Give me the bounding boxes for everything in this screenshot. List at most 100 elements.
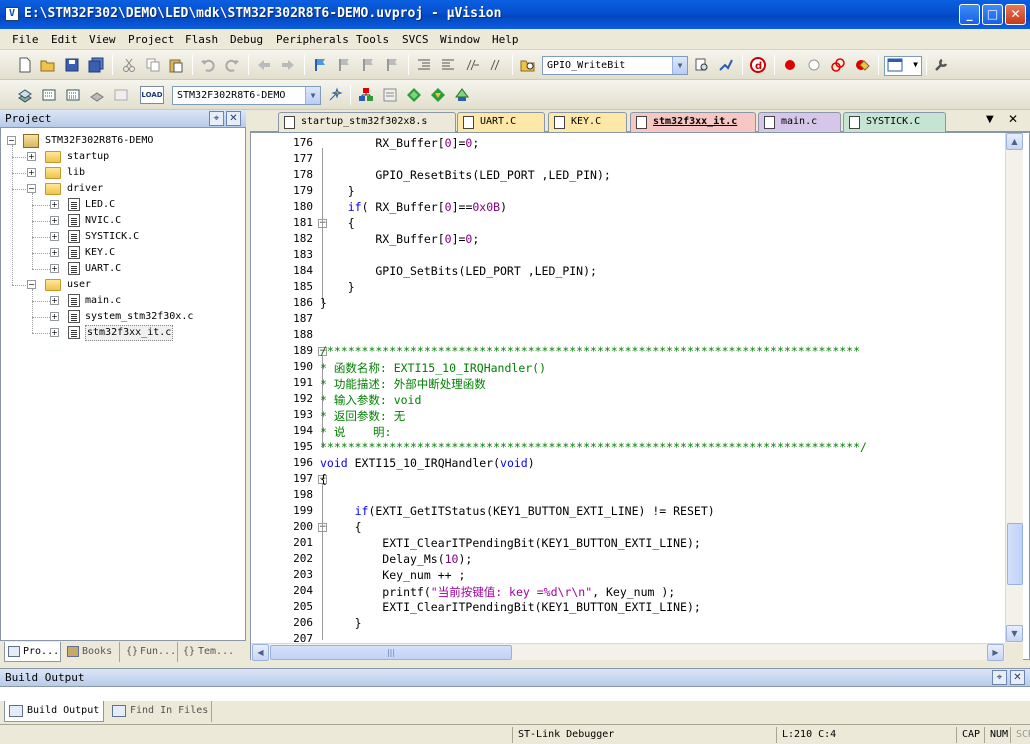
chevron-down-icon[interactable]: ▼ [672,57,687,74]
editor-tab[interactable]: startup_stm32f302x8.s [278,112,456,132]
code-line[interactable]: * 返回参数: 无 [320,408,405,424]
editor-tab[interactable]: stm32f3xx_it.c [630,112,756,132]
scroll-down-icon[interactable]: ▼ [1006,625,1023,642]
code-line[interactable]: EXTI_ClearITPendingBit(KEY1_BUTTON_EXTI_… [320,536,701,550]
translate-icon[interactable] [17,87,33,103]
tree-group-user[interactable]: user [67,277,91,293]
horizontal-scrollbar[interactable]: ◀ ||| ▶ [251,643,1005,661]
code-line[interactable]: /***************************************… [320,344,860,358]
target-options-icon[interactable] [327,87,343,103]
nav-back-icon[interactable] [256,57,272,73]
stop-build-icon[interactable] [113,87,129,103]
close-tab-icon[interactable]: ✕ [1008,112,1018,126]
scroll-right-icon[interactable]: ▶ [987,644,1004,661]
code-line[interactable]: ****************************************… [320,440,867,454]
build-icon[interactable] [41,87,57,103]
scroll-left-icon[interactable]: ◀ [252,644,269,661]
code-line[interactable]: GPIO_ResetBits(LED_PORT ,LED_PIN); [320,168,610,182]
scroll-up-icon[interactable]: ▲ [1006,133,1023,150]
menu-peripherals[interactable]: Peripherals [276,33,349,46]
menu-help[interactable]: Help [492,33,519,46]
tree-group-lib[interactable]: lib [67,165,85,181]
code-line[interactable]: { [320,472,327,486]
new-file-icon[interactable] [17,57,33,73]
collapse-toggle-icon[interactable]: − [7,136,16,145]
menu-window[interactable]: Window [440,33,480,46]
code-line[interactable]: void EXTI15_10_IRQHandler(void) [320,456,535,470]
uncomment-icon[interactable] [488,57,504,73]
build-output-text[interactable] [0,687,1030,701]
breakpoint-icon[interactable] [782,57,798,73]
tree-file-item[interactable]: NVIC.C [85,213,121,229]
vertical-scroll-thumb[interactable] [1007,523,1023,585]
undo-icon[interactable] [200,57,216,73]
code-line[interactable]: } [320,184,355,198]
expand-toggle-icon[interactable]: − [27,280,36,289]
code-line[interactable]: * 说 明: [320,424,391,440]
expand-toggle-icon[interactable]: + [50,264,59,273]
target-combo[interactable]: STM32F302R8T6-DEMO ▼ [172,86,321,105]
open-folder-icon[interactable] [40,57,56,73]
software-components-icon[interactable] [454,87,470,103]
disable-all-breakpoints-icon[interactable] [830,57,846,73]
clear-bookmarks-icon[interactable] [384,57,400,73]
indent-icon[interactable] [416,57,432,73]
expand-toggle-icon[interactable]: + [50,216,59,225]
code-line[interactable]: if( RX_Buffer[0]==0x0B) [320,200,507,214]
tab-templates[interactable]: {} Tem... [180,642,242,662]
tree-group-startup[interactable]: startup [67,149,109,165]
code-line[interactable]: RX_Buffer[0]=0; [320,136,479,150]
code-line[interactable]: } [320,616,362,630]
menu-project[interactable]: Project [128,33,174,46]
tree-file-item[interactable]: system_stm32f30x.c [85,309,193,325]
copy-icon[interactable] [145,57,161,73]
kill-breakpoints-icon[interactable] [854,57,870,73]
save-icon[interactable] [64,57,80,73]
tab-find-in-files[interactable]: Find In Files [108,701,212,722]
code-line[interactable]: printf("当前按键值: key =%d\r\n", Key_num ); [320,584,675,600]
code-line[interactable]: EXTI_ClearITPendingBit(KEY1_BUTTON_EXTI_… [320,600,701,614]
code-line[interactable]: { [320,216,355,230]
expand-toggle-icon[interactable]: + [27,168,36,177]
expand-toggle-icon[interactable]: + [50,248,59,257]
code-line[interactable]: GPIO_SetBits(LED_PORT ,LED_PIN); [320,264,597,278]
next-bookmark-icon[interactable] [360,57,376,73]
tree-root-label[interactable]: STM32F302R8T6-DEMO [45,133,153,149]
maximize-button[interactable]: □ [982,4,1003,25]
find-combo[interactable]: GPIO_WriteBit ▼ [542,56,688,75]
horizontal-scroll-thumb[interactable]: ||| [270,645,512,660]
code-line[interactable]: } [320,280,355,294]
batch-build-icon[interactable] [89,87,105,103]
find-in-files-icon[interactable] [520,57,536,73]
tab-list-dropdown-icon[interactable]: ▼ [986,114,994,125]
nav-forward-icon[interactable] [280,57,296,73]
code-line[interactable]: { [320,520,362,534]
debug-session-icon[interactable]: d [750,57,766,73]
close-button[interactable]: ✕ [1005,4,1026,25]
expand-toggle-icon[interactable]: + [50,328,59,337]
editor-tab[interactable]: main.c [758,112,841,132]
editor-tab[interactable]: KEY.C [548,112,627,132]
pin-icon[interactable]: ⌖ [209,111,224,126]
tree-file-item[interactable]: SYSTICK.C [85,229,139,245]
menu-flash[interactable]: Flash [185,33,218,46]
manage-project-icon[interactable] [358,87,374,103]
window-layout-dropdown[interactable]: ▼ [884,56,922,76]
cut-icon[interactable] [121,57,137,73]
expand-toggle-icon[interactable]: + [50,232,59,241]
save-all-icon[interactable] [88,57,104,73]
disable-breakpoint-icon[interactable] [806,57,822,73]
comment-icon[interactable] [464,57,480,73]
pin-icon[interactable]: ⌖ [992,670,1007,685]
menu-view[interactable]: View [89,33,116,46]
expand-toggle-icon[interactable]: + [50,312,59,321]
code-line[interactable]: Delay_Ms(10); [320,552,472,566]
close-icon[interactable]: ✕ [226,111,241,126]
menu-tools[interactable]: Tools [356,33,389,46]
code-line[interactable]: Key_num ++ ; [320,568,465,582]
prev-bookmark-icon[interactable] [336,57,352,73]
redo-icon[interactable] [224,57,240,73]
tab-books[interactable]: Books [64,642,120,662]
vertical-scrollbar[interactable]: ▲ ▼ [1005,133,1023,643]
tree-file-item[interactable]: LED.C [85,197,115,213]
